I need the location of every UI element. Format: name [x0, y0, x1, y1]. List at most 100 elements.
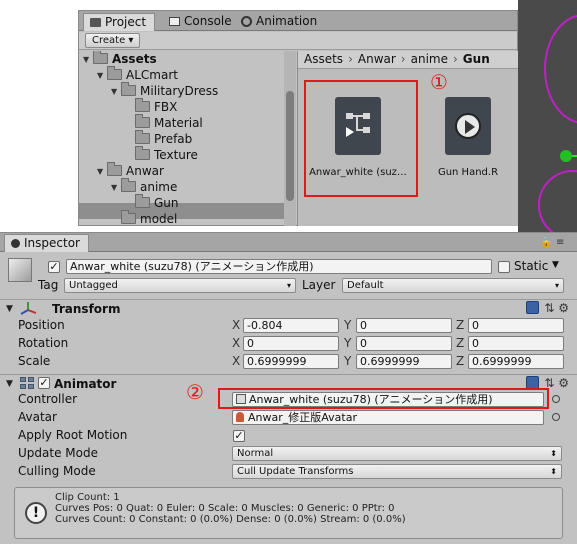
chevron-down-icon: ▾ [286, 281, 291, 290]
folder-icon [135, 146, 150, 160]
tree-item-assets[interactable]: ▼ Assets [83, 51, 157, 67]
position-label: Position [18, 318, 65, 332]
rotation-x-field[interactable]: 0 [243, 336, 339, 351]
tree-item-alcmart[interactable]: ▼ ALCmart [97, 66, 178, 84]
animation-clip-icon [445, 97, 491, 155]
axis-x-label: X [232, 354, 241, 368]
annotation-box-2 [218, 388, 549, 409]
tree-item-prefab[interactable]: Prefab [135, 130, 192, 147]
layer-label: Layer [302, 278, 336, 292]
folder-icon [135, 194, 150, 208]
info-line: Clip Count: 1 [55, 492, 120, 503]
tree-item-gun[interactable]: Gun [135, 194, 179, 211]
folder-tree[interactable]: ▼ Assets ▼ ALCmart ▼ MilitaryDress FBX Mate… [79, 51, 297, 226]
folder-icon [107, 66, 122, 80]
background-area [0, 0, 78, 226]
tree-item-material[interactable]: Material [135, 114, 203, 131]
breadcrumb-item[interactable]: anime [411, 52, 448, 66]
create-button[interactable]: Create ▾ [85, 33, 141, 48]
help-icon[interactable] [526, 301, 540, 314]
inspector-tabbar: Inspector 🔒 ≡ [0, 233, 577, 252]
expand-arrow-icon[interactable]: ▼ [111, 84, 121, 100]
scene-view[interactable] [518, 0, 577, 232]
animator-title: Animator [54, 377, 117, 391]
position-z-field[interactable]: 0 [468, 318, 564, 333]
collapse-arrow-icon[interactable]: ▼ [6, 301, 13, 317]
axis-x-label: X [232, 318, 241, 332]
object-name-field[interactable]: Anwar_white (suzu78) (アニメーション作成用) [66, 259, 492, 274]
scale-z-field[interactable]: 0.6999999 [468, 354, 564, 369]
settings-icon[interactable]: ⇅ ⚙ [544, 301, 569, 315]
static-checkbox[interactable] [498, 261, 510, 273]
position-y-field[interactable]: 0 [356, 318, 452, 333]
gameobject-cube-icon [8, 258, 32, 282]
project-toolbar: Create ▾ [79, 32, 517, 50]
static-label: Static [514, 259, 549, 273]
tab-project[interactable]: Project [83, 13, 156, 31]
component-menu[interactable]: ⇅ ⚙ [526, 300, 569, 316]
rotation-y-field[interactable]: 0 [356, 336, 452, 351]
tab-console[interactable]: Console [163, 13, 240, 31]
asset-animation-clip[interactable]: Gun Hand.R [422, 97, 514, 178]
lock-icon[interactable]: 🔒 [540, 237, 552, 248]
tag-dropdown[interactable]: Untagged ▾ [64, 278, 296, 293]
tab-animation[interactable]: Animation [235, 13, 325, 31]
update-mode-dropdown[interactable]: Normal ⬍ [232, 446, 562, 461]
info-line: Curves Pos: 0 Quat: 0 Euler: 0 Scale: 0 … [55, 503, 395, 514]
tree-item-model[interactable]: model [121, 210, 177, 226]
gizmo-handle[interactable] [560, 150, 572, 162]
expand-arrow-icon[interactable]: ▼ [97, 68, 107, 84]
console-icon [169, 17, 180, 26]
controller-label: Controller [18, 392, 78, 406]
position-x-field[interactable]: -0.804 [243, 318, 339, 333]
update-mode-label: Update Mode [18, 446, 98, 460]
folder-icon [121, 178, 136, 192]
breadcrumb-separator-icon: › [348, 52, 353, 66]
tree-item-texture[interactable]: Texture [135, 146, 198, 163]
menu-icon[interactable]: ≡ [556, 237, 564, 248]
active-checkbox[interactable]: ✓ [48, 261, 60, 273]
expand-arrow-icon[interactable]: ▼ [83, 52, 93, 68]
axis-y-label: Y [344, 336, 352, 350]
tree-scrollbar[interactable] [284, 51, 296, 226]
breadcrumb-item[interactable]: Assets [304, 52, 343, 66]
folder-icon [121, 82, 136, 96]
collapse-arrow-icon[interactable]: ▼ [6, 376, 13, 392]
gizmo-ring [544, 14, 577, 124]
culling-mode-label: Culling Mode [18, 464, 96, 478]
object-picker-icon[interactable] [552, 413, 560, 421]
breadcrumb-item[interactable]: Gun [463, 52, 490, 66]
expand-arrow-icon[interactable]: ▼ [111, 180, 121, 196]
folder-icon [107, 162, 122, 176]
layer-dropdown[interactable]: Default ▾ [342, 278, 564, 293]
rotation-z-field[interactable]: 0 [468, 336, 564, 351]
breadcrumb-separator-icon: › [400, 52, 406, 66]
tree-item-fbx[interactable]: FBX [135, 98, 177, 115]
chevron-down-icon: ▾ [554, 281, 559, 290]
folder-icon [93, 51, 108, 64]
avatar-label: Avatar [18, 410, 57, 424]
static-dropdown-icon[interactable]: ▼ [552, 258, 559, 273]
axis-z-label: Z [456, 354, 465, 368]
animator-enabled-checkbox[interactable]: ✓ [38, 377, 50, 389]
object-picker-icon[interactable] [552, 395, 560, 403]
breadcrumb-item[interactable]: Anwar [358, 52, 396, 66]
culling-mode-dropdown[interactable]: Cull Update Transforms ⬍ [232, 464, 562, 479]
expand-arrow-icon[interactable]: ▼ [97, 164, 107, 180]
transform-header[interactable]: ▼ Transform ⇅ ⚙ [0, 299, 577, 317]
project-tabbar: Project Console Animation [79, 11, 517, 31]
apply-root-motion-checkbox[interactable]: ✓ [233, 430, 245, 442]
scrollbar-thumb[interactable] [286, 91, 294, 201]
tab-inspector[interactable]: Inspector [4, 234, 89, 252]
folder-icon [121, 210, 136, 224]
scale-y-field[interactable]: 0.6999999 [356, 354, 452, 369]
tree-item-anwar[interactable]: ▼ Anwar [97, 162, 164, 180]
tree-item-militarydress[interactable]: ▼ MilitaryDress [111, 82, 218, 100]
animator-info-box: ! Clip Count: 1 Curves Pos: 0 Quat: 0 Eu… [14, 487, 563, 539]
avatar-field[interactable]: Anwar_修正版Avatar [232, 410, 544, 425]
tree-item-anime[interactable]: ▼ anime [111, 178, 177, 196]
folder-icon [135, 114, 150, 128]
scale-x-field[interactable]: 0.6999999 [243, 354, 339, 369]
project-window: Project Console Animation Create ▾ ▼ Asse… [78, 10, 518, 226]
info-line: Curves Count: 0 Constant: 0 (0.0%) Dense… [55, 514, 406, 525]
